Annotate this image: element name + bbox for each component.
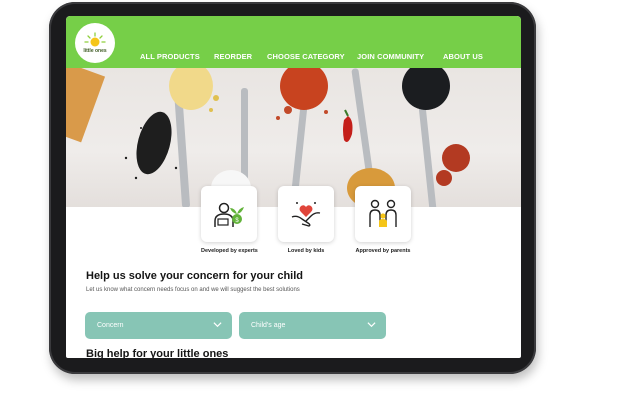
feature-label-kids: Loved by kids: [287, 248, 325, 254]
heart-in-hands-icon: [291, 202, 321, 227]
tablet-screen: little ones ALL PRODUCTS REORDER CHOOSE …: [66, 16, 521, 358]
big-help-heading: Big help for your little ones: [86, 348, 229, 358]
family-icon: [369, 199, 397, 227]
concern-heading: Help us solve your concern for your chil…: [86, 270, 303, 282]
chevron-down-icon: [213, 322, 222, 328]
concern-subtitle: Let us know what concern needs focus on …: [86, 287, 300, 293]
sun-icon: [84, 32, 106, 47]
logo-text: little ones: [83, 48, 107, 54]
child-age-select[interactable]: Child's age: [239, 312, 386, 339]
feature-card-parents: [355, 186, 411, 242]
expert-with-plant-icon: $: [214, 202, 244, 227]
feature-label-experts: Developed by experts: [201, 248, 258, 254]
nav-all-products[interactable]: ALL PRODUCTS: [140, 52, 200, 61]
nav-join-community[interactable]: JOIN COMMUNITY: [357, 52, 424, 61]
concern-select-value: Concern: [97, 322, 124, 329]
feature-card-kids: [278, 186, 334, 242]
nav-reorder[interactable]: REORDER: [214, 52, 252, 61]
nav-about-us[interactable]: ABOUT US: [443, 52, 483, 61]
brand-logo[interactable]: little ones: [75, 23, 115, 63]
nav-choose-category[interactable]: CHOOSE CATEGORY: [267, 52, 345, 61]
chevron-down-icon: [367, 322, 376, 328]
concern-select[interactable]: Concern: [85, 312, 232, 339]
feature-label-parents: Approved by parents: [355, 248, 411, 254]
child-age-select-value: Child's age: [251, 322, 286, 329]
feature-card-experts: $: [201, 186, 257, 242]
navbar: little ones ALL PRODUCTS REORDER CHOOSE …: [66, 16, 521, 68]
